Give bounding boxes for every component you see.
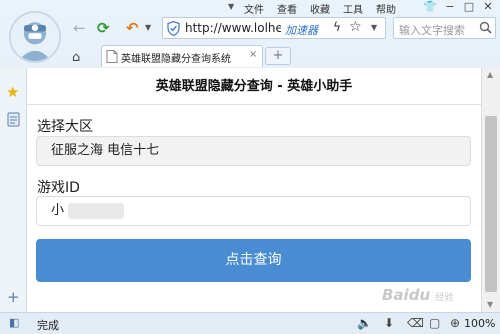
page-content: 英雄联盟隐藏分查询 - 英雄小助手 选择大区 征服之海 电信十七 游戏ID 小 … [27, 68, 481, 312]
close-window-button[interactable]: ✕ [480, 0, 496, 13]
region-label: 选择大区 [37, 119, 93, 135]
game-id-label: 游戏ID [37, 180, 80, 196]
clear-icon[interactable]: ⌫ [407, 316, 424, 330]
scroll-down-icon[interactable]: ▼ [487, 300, 493, 309]
address-dropdown-icon[interactable]: ▼ [371, 23, 377, 32]
zoom-level[interactable]: 100% [464, 317, 495, 330]
browser-window: ▼ 文件 查看 收藏 工具 帮助 👕 − □ ✕ ← ⟳ ↶ ▼ http://… [0, 0, 500, 334]
menu-dropdown-icon[interactable]: ▼ [228, 2, 234, 11]
search-box[interactable]: 输入文字搜索 [393, 17, 496, 39]
refresh-icon[interactable]: ⟳ [97, 19, 110, 37]
menu-file[interactable]: 文件 [244, 1, 264, 16]
tab-close-icon[interactable]: × [249, 49, 257, 60]
vertical-scrollbar[interactable]: ▲ ▼ [481, 68, 500, 312]
zoom-icon[interactable]: ⊕ [450, 316, 460, 330]
tab-title: 英雄联盟隐藏分查询系统 [121, 54, 231, 65]
game-id-value: 小 [51, 203, 65, 218]
download-icon[interactable]: ⬇ [384, 316, 394, 330]
scroll-up-icon[interactable]: ▲ [487, 70, 493, 79]
baidu-watermark: Baidu 经验 [382, 286, 454, 304]
search-icon[interactable] [479, 21, 492, 34]
menu-tools[interactable]: 工具 [343, 1, 363, 16]
search-placeholder[interactable]: 输入文字搜索 [399, 22, 465, 38]
game-id-input[interactable]: 小 [36, 196, 471, 226]
blurred-text [68, 203, 124, 219]
new-tab-button[interactable]: + [265, 47, 291, 65]
menu-help[interactable]: 帮助 [376, 1, 396, 16]
scrollbar-thumb[interactable] [485, 116, 497, 292]
tab-active[interactable]: 英雄联盟隐藏分查询系统 × [101, 45, 263, 67]
maximize-button[interactable]: □ [461, 0, 477, 13]
undo-dropdown-icon[interactable]: ▼ [145, 23, 151, 32]
bolt-icon[interactable]: ϟ [333, 20, 341, 34]
notes-icon[interactable] [7, 112, 20, 127]
region-value: 征服之海 电信十七 [51, 143, 160, 158]
sidebar-add-icon[interactable]: + [7, 288, 20, 306]
page-favicon-icon [106, 50, 118, 63]
undo-icon[interactable]: ↶ [126, 19, 139, 37]
speaker-icon[interactable]: 🔈 [357, 316, 372, 330]
user-avatar-icon[interactable] [9, 11, 61, 63]
page-title: 英雄联盟隐藏分查询 - 英雄小助手 [27, 68, 481, 105]
shield-icon [167, 21, 180, 36]
menu-items: 文件 查看 收藏 工具 帮助 [244, 1, 409, 16]
address-url[interactable]: http://www.lolhe [185, 21, 281, 35]
query-button[interactable]: 点击查询 [36, 239, 471, 282]
menu-view[interactable]: 查看 [277, 1, 297, 16]
status-text: 完成 [37, 319, 59, 332]
menu-bar: ▼ 文件 查看 收藏 工具 帮助 👕 − □ ✕ [0, 0, 500, 16]
favorites-star-icon[interactable]: ★ [6, 83, 19, 101]
bookmark-star-icon[interactable]: ☆ [349, 19, 362, 35]
home-icon[interactable]: ⌂ [72, 50, 80, 65]
address-bar[interactable]: http://www.lolhe 加速器 ϟ ☆ ▼ [162, 17, 386, 39]
region-select[interactable]: 征服之海 电信十七 [36, 136, 471, 166]
left-sidebar: ★ + [0, 68, 27, 312]
minimize-button[interactable]: − [442, 0, 458, 13]
back-icon[interactable]: ← [73, 19, 86, 37]
menu-favorites[interactable]: 收藏 [310, 1, 330, 16]
collapse-sidebar-icon[interactable]: ◧ [9, 316, 19, 329]
status-bar: ◧ 完成 🔈 ⬇ ⌫ ▢ ⊕ 100% [0, 312, 500, 334]
skin-icon[interactable]: 👕 [422, 0, 438, 13]
window-icon[interactable]: ▢ [429, 316, 440, 330]
accelerator-button[interactable]: 加速器 [285, 22, 318, 38]
